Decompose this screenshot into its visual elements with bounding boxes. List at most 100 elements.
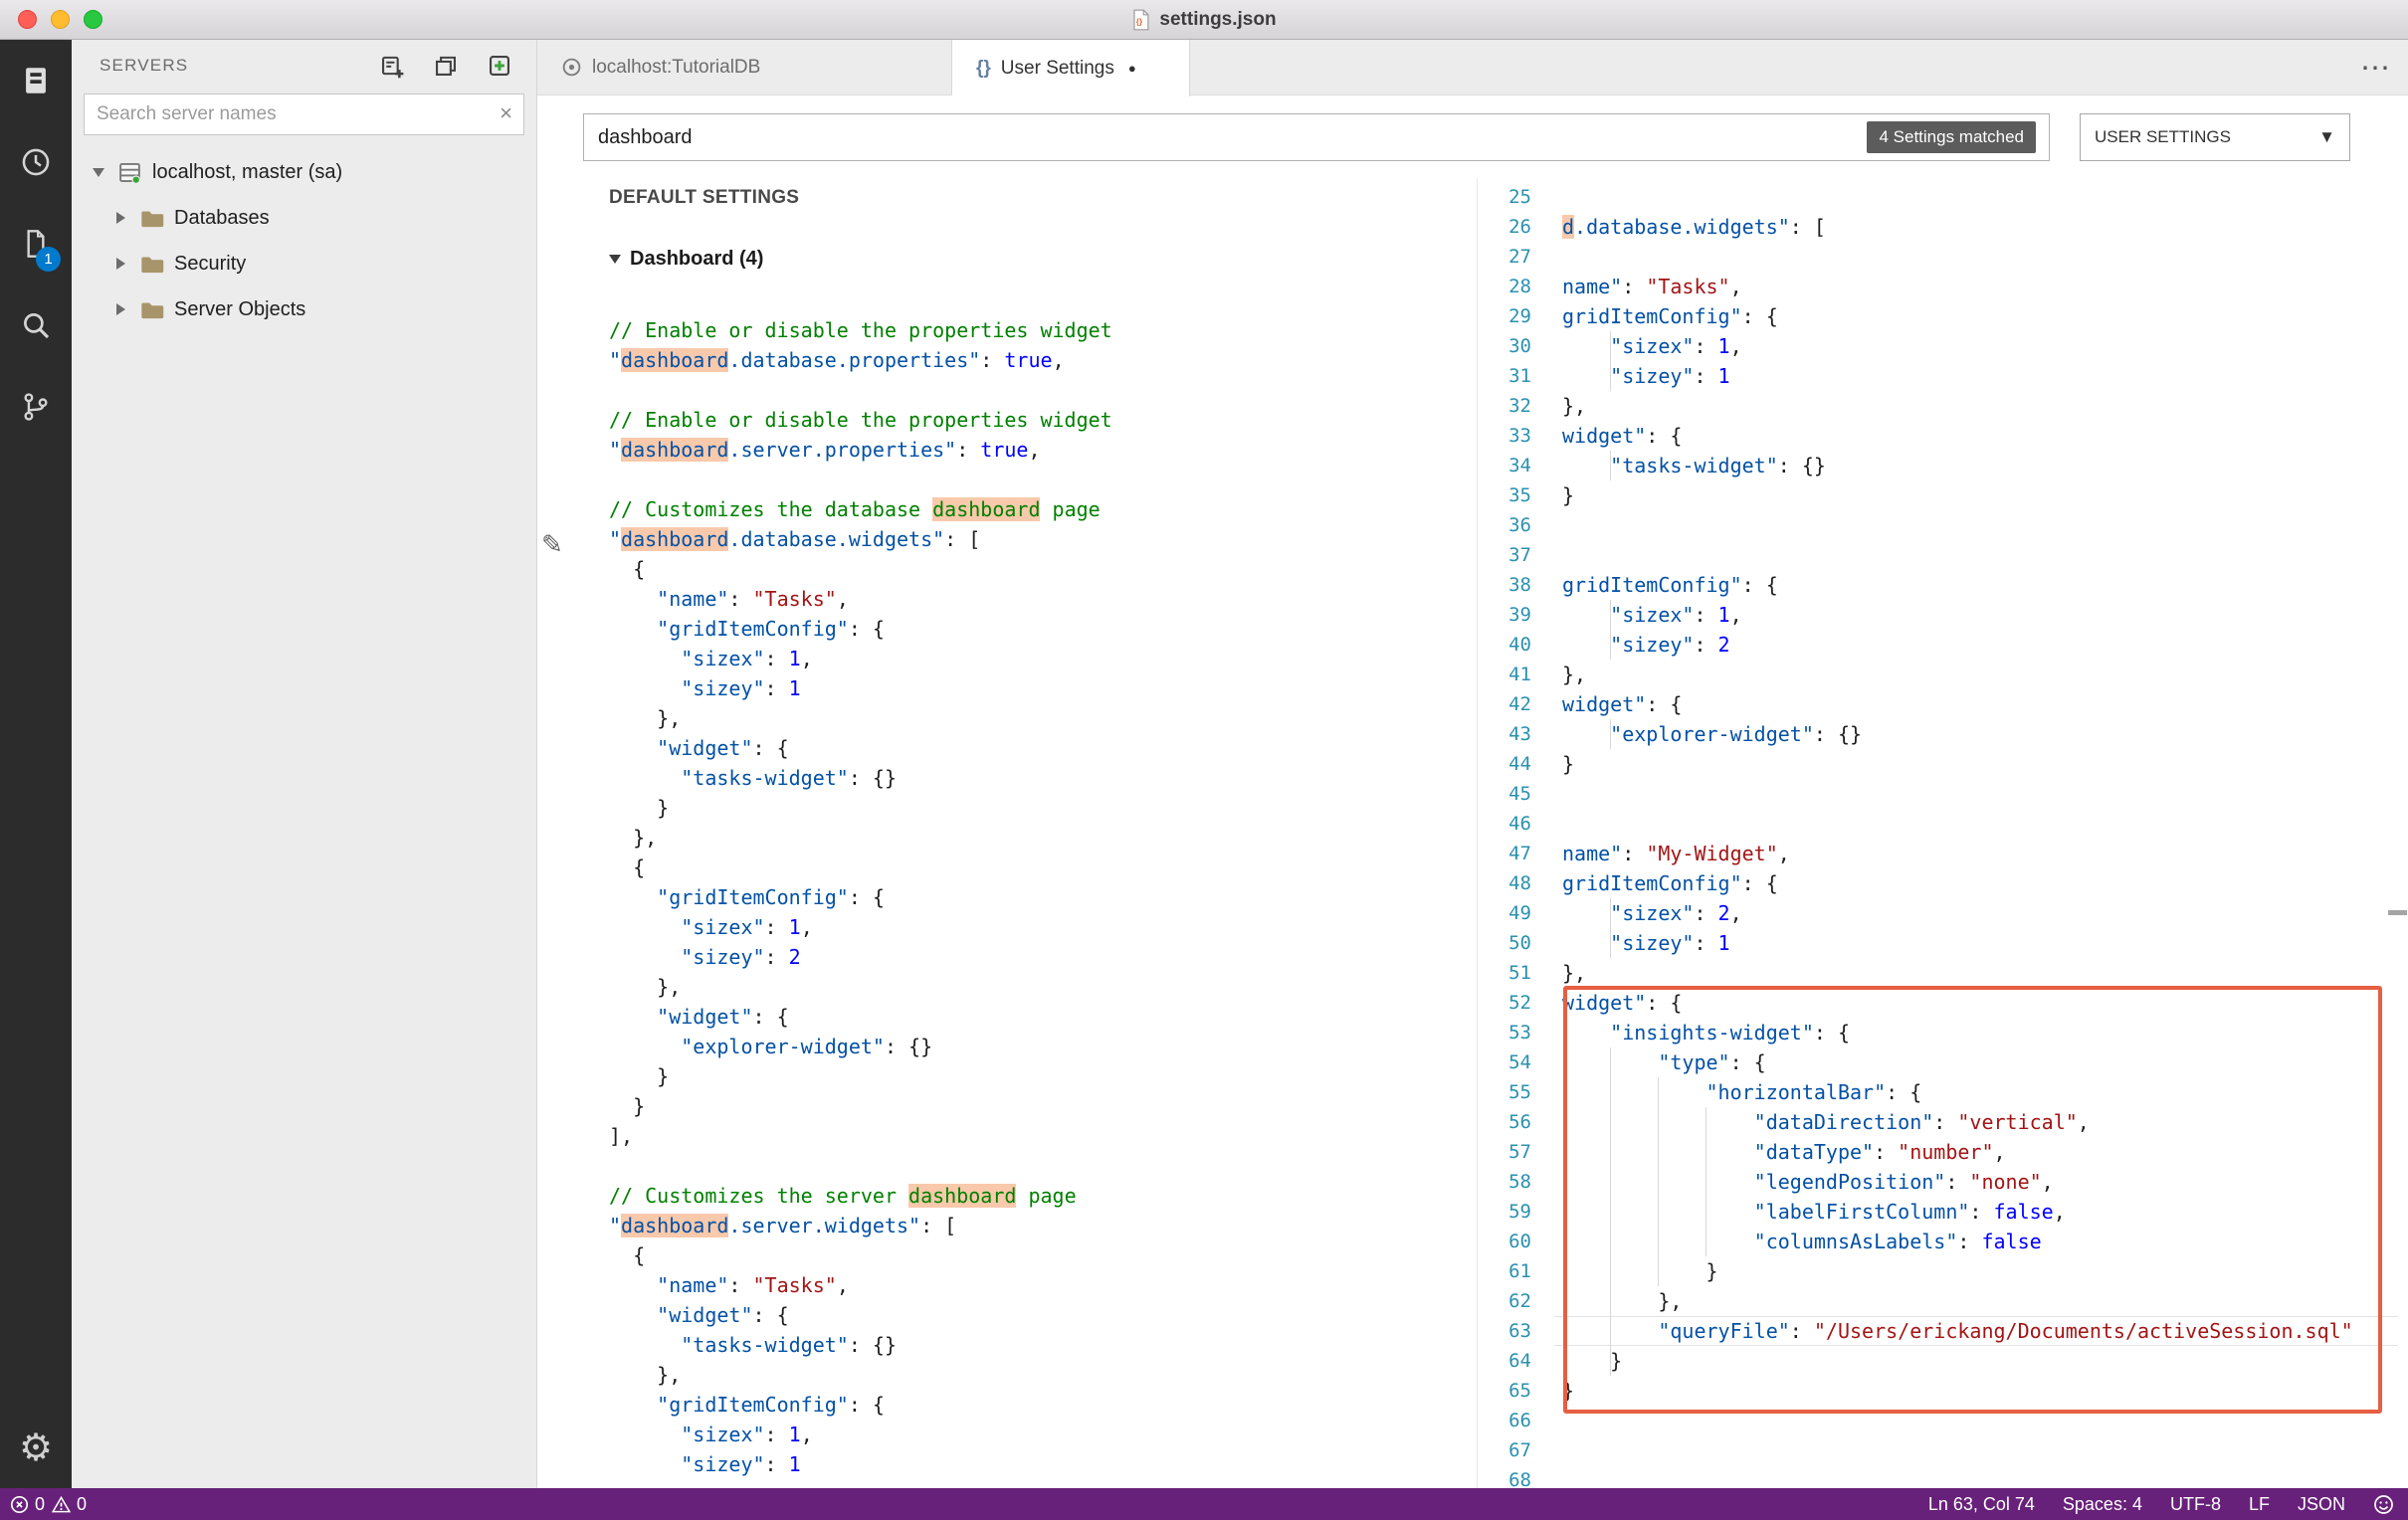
code-line[interactable]: }, [609,1360,1477,1390]
code-line[interactable]: { [609,554,1477,584]
indentation-setting[interactable]: Spaces: 4 [2063,1494,2142,1515]
code-line[interactable]: 30 "sizex": 1, [1478,331,2408,361]
code-line[interactable]: 45 [1478,779,2408,809]
code-line[interactable]: "explorer-widget": {} [609,1032,1477,1061]
tab-user-settings[interactable]: {} User Settings ● [952,40,1190,96]
settings-search-input[interactable] [583,113,2050,161]
server-search-input[interactable] [84,94,524,135]
code-line[interactable]: "sizey": 1 [609,673,1477,703]
gear-icon[interactable]: ⚙ [0,1407,72,1488]
code-line[interactable]: 49 "sizex": 2, [1478,898,2408,928]
code-line[interactable]: "dashboard.database.widgets": [ [609,524,1477,554]
code-line[interactable] [609,375,1477,405]
code-line[interactable]: // Enable or disable the properties widg… [609,405,1477,435]
code-line[interactable]: 57 "dataType": "number", [1478,1137,2408,1167]
code-line[interactable]: } [609,1091,1477,1121]
code-line[interactable]: 55 "horizontalBar": { [1478,1077,2408,1107]
code-line[interactable]: 43 "explorer-widget": {} [1478,719,2408,749]
code-line[interactable]: } [609,1061,1477,1091]
code-line[interactable]: "gridItemConfig": { [609,882,1477,912]
code-line[interactable] [609,1151,1477,1181]
code-line[interactable]: "dashboard.database.properties": true, [609,345,1477,375]
code-line[interactable]: 32}, [1478,391,2408,421]
code-line[interactable]: "gridItemConfig": { [609,614,1477,644]
search-icon[interactable] [0,285,72,366]
errors-indicator[interactable]: 0 [10,1494,45,1515]
code-line[interactable]: 28 name": "Tasks", [1478,272,2408,301]
close-window-button[interactable] [18,10,37,29]
code-line[interactable]: }, [609,703,1477,733]
code-line[interactable]: 36 [1478,510,2408,540]
code-line[interactable]: "sizex": 1, [609,1420,1477,1449]
code-line[interactable]: 29 gridItemConfig": { [1478,301,2408,331]
code-line[interactable]: "sizex": 1, [609,912,1477,942]
code-line[interactable]: 58 "legendPosition": "none", [1478,1167,2408,1197]
tree-item-localhost-master-sa[interactable]: localhost, master (sa) [72,149,536,195]
tab-localhost-tutorialdb[interactable]: localhost:TutorialDB [537,40,952,95]
code-line[interactable]: "dashboard.server.widgets": [ [609,1211,1477,1240]
code-line[interactable]: 47 name": "My-Widget", [1478,839,2408,868]
code-line[interactable]: "tasks-widget": {} [609,763,1477,793]
code-line[interactable]: 63 "queryFile": "/Users/erickang/Documen… [1478,1316,2408,1346]
chevron-down-icon[interactable] [88,168,109,177]
scrollbar-marker[interactable] [2388,910,2407,915]
code-line[interactable]: 66 [1478,1406,2408,1435]
code-line[interactable]: }, [609,823,1477,853]
encoding-setting[interactable]: UTF-8 [2170,1494,2221,1515]
code-line[interactable]: 38 gridItemConfig": { [1478,570,2408,600]
tree-item-server-objects[interactable]: Server Objects [72,286,536,332]
tree-item-databases[interactable]: Databases [72,195,536,241]
code-line[interactable]: 44} [1478,749,2408,779]
code-line[interactable]: 61 } [1478,1256,2408,1286]
settings-scope-dropdown[interactable]: USER SETTINGS ▼ [2080,113,2350,161]
code-line[interactable]: "widget": { [609,1002,1477,1032]
code-line[interactable]: "gridItemConfig": { [609,1390,1477,1420]
chevron-right-icon[interactable] [109,258,131,270]
code-line[interactable]: { [609,1240,1477,1270]
code-line[interactable]: 46 [1478,809,2408,839]
code-line[interactable]: 65} [1478,1376,2408,1406]
chevron-right-icon[interactable] [109,212,131,224]
code-line[interactable]: 33 widget": { [1478,421,2408,451]
code-line[interactable]: 41}, [1478,660,2408,689]
edit-setting-pencil-icon[interactable]: ✎ [541,529,563,560]
code-line[interactable]: 62 }, [1478,1286,2408,1316]
new-server-group-icon[interactable] [433,53,459,79]
code-line[interactable]: 27 [1478,242,2408,272]
zoom-window-button[interactable] [84,10,102,29]
code-line[interactable]: "sizey": 1 [609,1449,1477,1479]
code-line[interactable]: 59 "labelFirstColumn": false, [1478,1197,2408,1227]
code-line[interactable]: }, [609,972,1477,1002]
code-line[interactable]: // Enable or disable the properties widg… [609,315,1477,345]
code-line[interactable] [609,465,1477,494]
code-line[interactable]: 39 "sizex": 1, [1478,600,2408,630]
code-line[interactable]: "dashboard.server.properties": true, [609,435,1477,465]
code-line[interactable]: "widget": { [609,733,1477,763]
code-line[interactable]: 37 [1478,540,2408,570]
running-tasks-icon[interactable]: 1 [0,203,72,285]
clear-search-icon[interactable]: × [500,100,512,126]
code-line[interactable]: { [609,853,1477,882]
code-line[interactable]: "sizex": 1, [609,644,1477,673]
code-line[interactable]: ], [609,1121,1477,1151]
code-line[interactable]: // Customizes the database dashboard pag… [609,494,1477,524]
code-line[interactable]: 67 [1478,1435,2408,1465]
task-history-icon[interactable] [0,121,72,203]
language-mode[interactable]: JSON [2298,1494,2345,1515]
code-line[interactable]: "sizey": 2 [609,942,1477,972]
code-line[interactable]: 31 "sizey": 1 [1478,361,2408,391]
code-line[interactable]: } [609,793,1477,823]
code-line[interactable]: 25 [1478,182,2408,212]
code-line[interactable]: 48 gridItemConfig": { [1478,868,2408,898]
code-line[interactable]: 54 "type": { [1478,1047,2408,1077]
code-line[interactable]: 40 "sizey": 2 [1478,630,2408,660]
code-line[interactable]: 51}, [1478,958,2408,988]
chevron-right-icon[interactable] [109,303,131,315]
code-line[interactable]: 64 } [1478,1346,2408,1376]
active-connections-icon[interactable] [487,53,512,79]
code-line[interactable]: "tasks-widget": {} [609,1330,1477,1360]
code-line[interactable]: 56 "dataDirection": "vertical", [1478,1107,2408,1137]
source-control-icon[interactable] [0,366,72,448]
more-actions-icon[interactable]: ⋯ [2360,40,2390,95]
code-line[interactable]: 50 "sizey": 1 [1478,928,2408,958]
